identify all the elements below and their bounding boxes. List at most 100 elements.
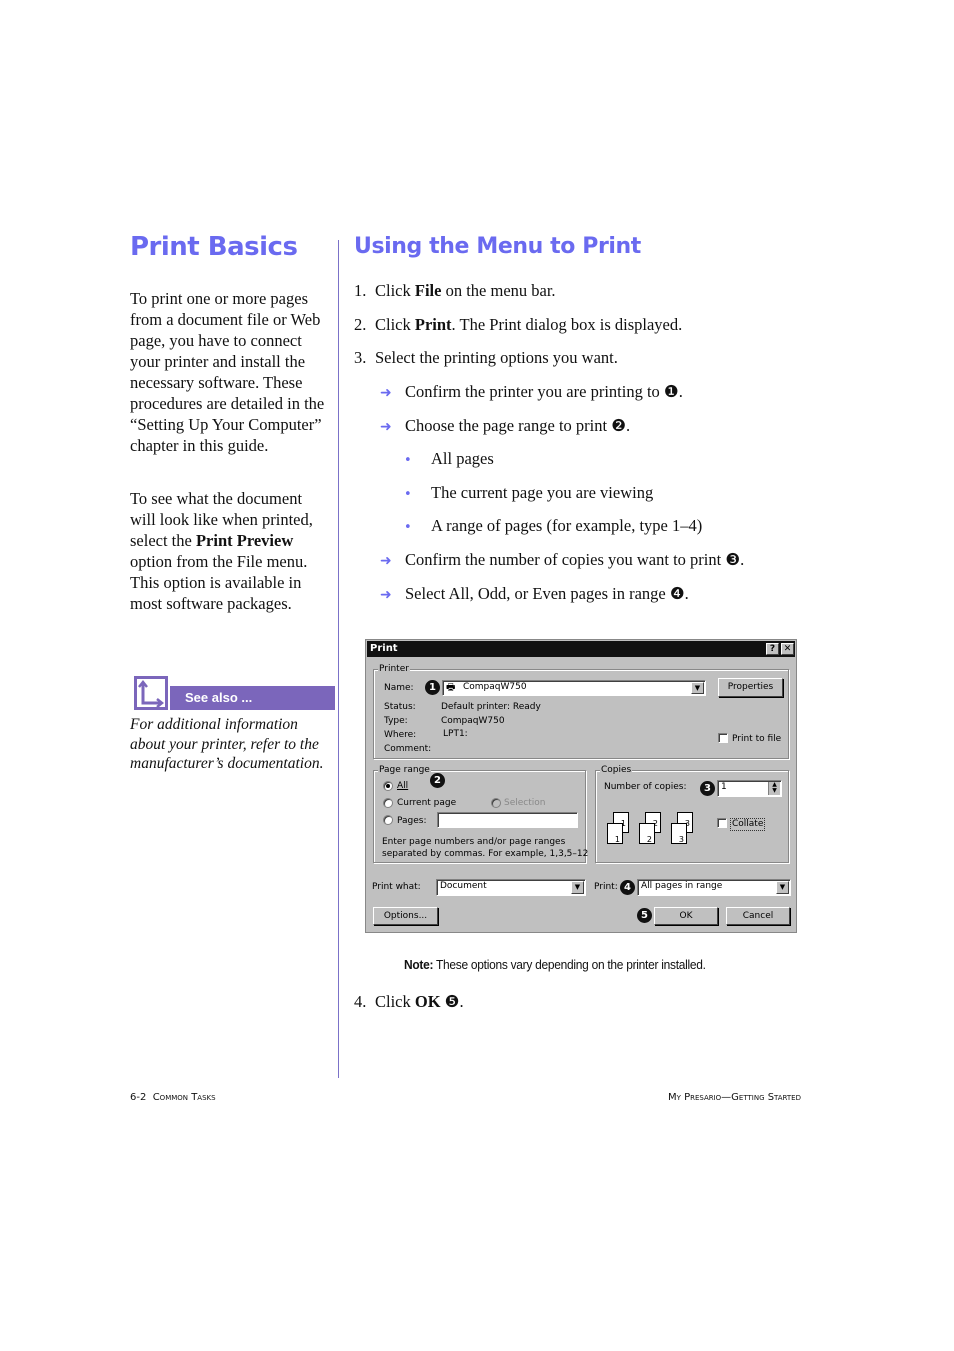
- page-range-group: Page range 2 All Current page Selection …: [373, 765, 589, 863]
- group-label: Copies: [600, 765, 633, 776]
- step-text: ❺.: [440, 992, 464, 1011]
- cancel-button[interactable]: Cancel: [726, 907, 790, 925]
- radio-pages[interactable]: [383, 815, 393, 825]
- ok-button[interactable]: OK: [654, 907, 718, 925]
- chevron-down-icon[interactable]: ▼: [691, 682, 704, 694]
- radio-all[interactable]: [383, 781, 393, 791]
- copies-value: 1: [721, 782, 727, 792]
- where-label: Where:: [384, 730, 417, 740]
- collate-page-icon: 1: [607, 823, 623, 844]
- arrow-item: ➜ Select All, Odd, or Even pages in range…: [380, 584, 689, 605]
- spinner-arrows-icon[interactable]: ▲ ▼: [768, 782, 780, 795]
- note: Note: These options vary depending on th…: [404, 957, 706, 972]
- step-bold: File: [414, 281, 442, 300]
- step-1: 1. Click File on the menu bar.: [354, 281, 556, 301]
- print-preview-term: Print Preview: [195, 531, 294, 550]
- pages-input[interactable]: [437, 812, 578, 828]
- column-divider: [338, 240, 339, 1078]
- copies-label: Number of copies:: [604, 782, 687, 792]
- collate-page-icon: 2: [639, 823, 655, 844]
- copies-spinner[interactable]: 1 ▲ ▼: [717, 780, 782, 797]
- section-name: Common Tasks: [152, 1092, 216, 1103]
- radio-selection[interactable]: [491, 798, 501, 808]
- bullet-item: • All pages: [404, 449, 494, 471]
- arrow-item-text: Select All, Odd, or Even pages in range …: [405, 584, 689, 603]
- arrow-item-text: Choose the page range to print ❷.: [405, 416, 631, 435]
- note-label: Note:: [404, 957, 434, 972]
- where-value: LPT1:: [443, 729, 468, 739]
- print-what-value: Document: [440, 881, 487, 891]
- see-also-label: See also ...: [185, 690, 253, 705]
- print-to-file-label: Print to file: [732, 734, 782, 744]
- arrow-right-icon: ➜: [380, 419, 392, 435]
- callout-marker-5: 5: [637, 908, 652, 923]
- step-text: Click: [375, 281, 415, 300]
- print-pages-select[interactable]: All pages in range ▼: [637, 879, 791, 896]
- page-title: Print Basics: [130, 232, 298, 262]
- range-hint: separated by commas. For example, 1,3,5–…: [382, 849, 589, 859]
- comment-label: Comment:: [384, 744, 432, 754]
- name-label: Name:: [384, 683, 414, 693]
- callout-marker-3: 3: [700, 781, 715, 796]
- close-button[interactable]: ✕: [781, 643, 794, 655]
- callout-marker-1: 1: [425, 680, 440, 695]
- dialog-title: Print: [370, 643, 398, 654]
- status-value: Default printer: Ready: [441, 702, 541, 712]
- step-4: 4. Click OK ❺.: [354, 992, 464, 1012]
- help-button[interactable]: ?: [766, 643, 779, 655]
- arrow-right-icon: ➜: [380, 385, 392, 401]
- print-what-label: Print what:: [372, 882, 421, 892]
- step-2: 2. Click Print. The Print dialog box is d…: [354, 315, 682, 335]
- step-number: 3.: [354, 348, 367, 367]
- radio-current-page-label: Current page: [397, 798, 457, 808]
- see-also-text: For additional information about your pr…: [130, 716, 324, 772]
- paragraph-text: option from the File menu. This option i…: [130, 552, 308, 613]
- arrow-item-text: Confirm the number of copies you want to…: [405, 550, 745, 569]
- step-text: . The Print dialog box is displayed.: [451, 315, 683, 334]
- options-button[interactable]: Options...: [373, 907, 438, 925]
- printer-name-select[interactable]: 🖶 CompaqW750 ▼: [442, 680, 706, 696]
- step-text: Select the printing options you want.: [375, 348, 618, 367]
- bullet-icon: •: [404, 520, 412, 535]
- printer-icon: 🖶: [446, 682, 456, 693]
- radio-current-page[interactable]: [383, 798, 393, 808]
- copies-group: Copies Number of copies: 3 1 ▲ ▼ 1 1 2 2 …: [595, 765, 789, 863]
- print-to-file-checkbox[interactable]: [718, 733, 728, 743]
- arrow-item: ➜ Confirm the number of copies you want t…: [380, 550, 744, 571]
- collate-label: Collate: [730, 818, 766, 831]
- collate-checkbox[interactable]: [717, 818, 727, 828]
- status-label: Status:: [384, 702, 416, 712]
- corner-arrow-icon: [134, 676, 168, 710]
- printer-group: Printer Name: 1 🖶 CompaqW750 ▼ Propertie…: [373, 664, 789, 759]
- note-text: These options vary depending on the prin…: [433, 957, 706, 972]
- range-hint: Enter page numbers and/or page ranges: [382, 837, 566, 847]
- print-what-select[interactable]: Document ▼: [436, 879, 586, 896]
- see-also-banner: See also ...: [132, 676, 335, 711]
- step-number: 4.: [354, 992, 367, 1011]
- type-value: CompaqW750: [441, 716, 505, 726]
- arrow-item: ➜ Confirm the printer you are printing to…: [380, 382, 683, 403]
- step-text: Click: [375, 315, 415, 334]
- bullet-text: A range of pages (for example, type 1–4): [431, 516, 703, 535]
- chevron-down-icon[interactable]: ▼: [776, 881, 789, 894]
- step-text: on the menu bar.: [441, 281, 556, 300]
- group-label: Printer: [378, 664, 410, 675]
- callout-marker-2: 2: [430, 773, 445, 788]
- bullet-text: The current page you are viewing: [431, 483, 654, 502]
- properties-button[interactable]: Properties: [718, 678, 783, 697]
- arrow-item-text: Confirm the printer you are printing to …: [405, 382, 683, 401]
- radio-all-label: All: [397, 781, 409, 791]
- arrow-item: ➜ Choose the page range to print ❷.: [380, 416, 630, 437]
- dialog-titlebar: Print ? ✕: [367, 641, 795, 657]
- chevron-down-icon[interactable]: ▼: [571, 881, 584, 894]
- arrow-right-icon: ➜: [380, 553, 392, 569]
- step-text: Click: [375, 992, 415, 1011]
- radio-selection-label: Selection: [504, 798, 546, 808]
- type-label: Type:: [384, 716, 408, 726]
- callout-marker-4: 4: [620, 880, 635, 895]
- step-bold: OK: [414, 992, 441, 1011]
- collate-page-icon: 3: [671, 823, 687, 844]
- print-label: Print:: [594, 882, 618, 892]
- print-preview-paragraph: To see what the document will look like …: [130, 488, 330, 614]
- bullet-icon: •: [404, 487, 412, 502]
